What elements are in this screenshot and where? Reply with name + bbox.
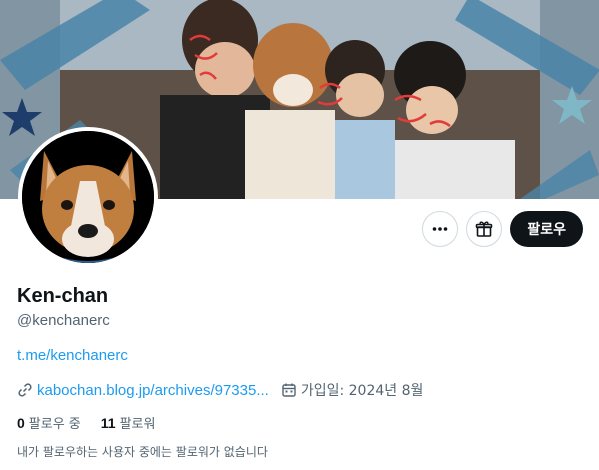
follow-button[interactable]: 팔로우 (510, 211, 583, 247)
profile-display-name: Ken-chan (17, 285, 109, 307)
followers-label: 팔로워 (119, 417, 156, 432)
website-link[interactable]: kabochan.blog.jp/archives/97335... (37, 382, 269, 399)
profile-actions: 팔로우 (422, 211, 583, 247)
following-label: 팔로우 중 (28, 417, 81, 432)
gift-button[interactable] (466, 211, 503, 247)
bio-link[interactable]: t.me/kenchanerc (17, 347, 128, 364)
profile-handle: @kenchanerc (17, 312, 110, 329)
more-icon (433, 227, 448, 231)
following-stat[interactable]: 0 팔로우 중 (17, 413, 81, 432)
gift-icon (476, 221, 493, 237)
joined-item: 가입일: 2024년 8월 (281, 380, 424, 400)
more-button[interactable] (422, 211, 459, 247)
joined-date: 가입일: 2024년 8월 (300, 383, 424, 399)
avatar-dog-image (22, 131, 154, 263)
website-item: kabochan.blog.jp/archives/97335... (17, 382, 269, 399)
followers-count: 11 (100, 415, 116, 431)
follow-stats: 0 팔로우 중 11 팔로워 (17, 413, 155, 432)
calendar-icon (282, 383, 296, 397)
followers-stat[interactable]: 11 팔로워 (101, 413, 156, 432)
profile-avatar[interactable] (18, 127, 158, 267)
profile-meta-row: kabochan.blog.jp/archives/97335... 가입일: … (17, 380, 435, 400)
followers-you-know-note: 내가 팔로우하는 사용자 중에는 팔로워가 없습니다 (17, 445, 268, 459)
following-count: 0 (17, 415, 25, 431)
link-icon (18, 383, 32, 397)
